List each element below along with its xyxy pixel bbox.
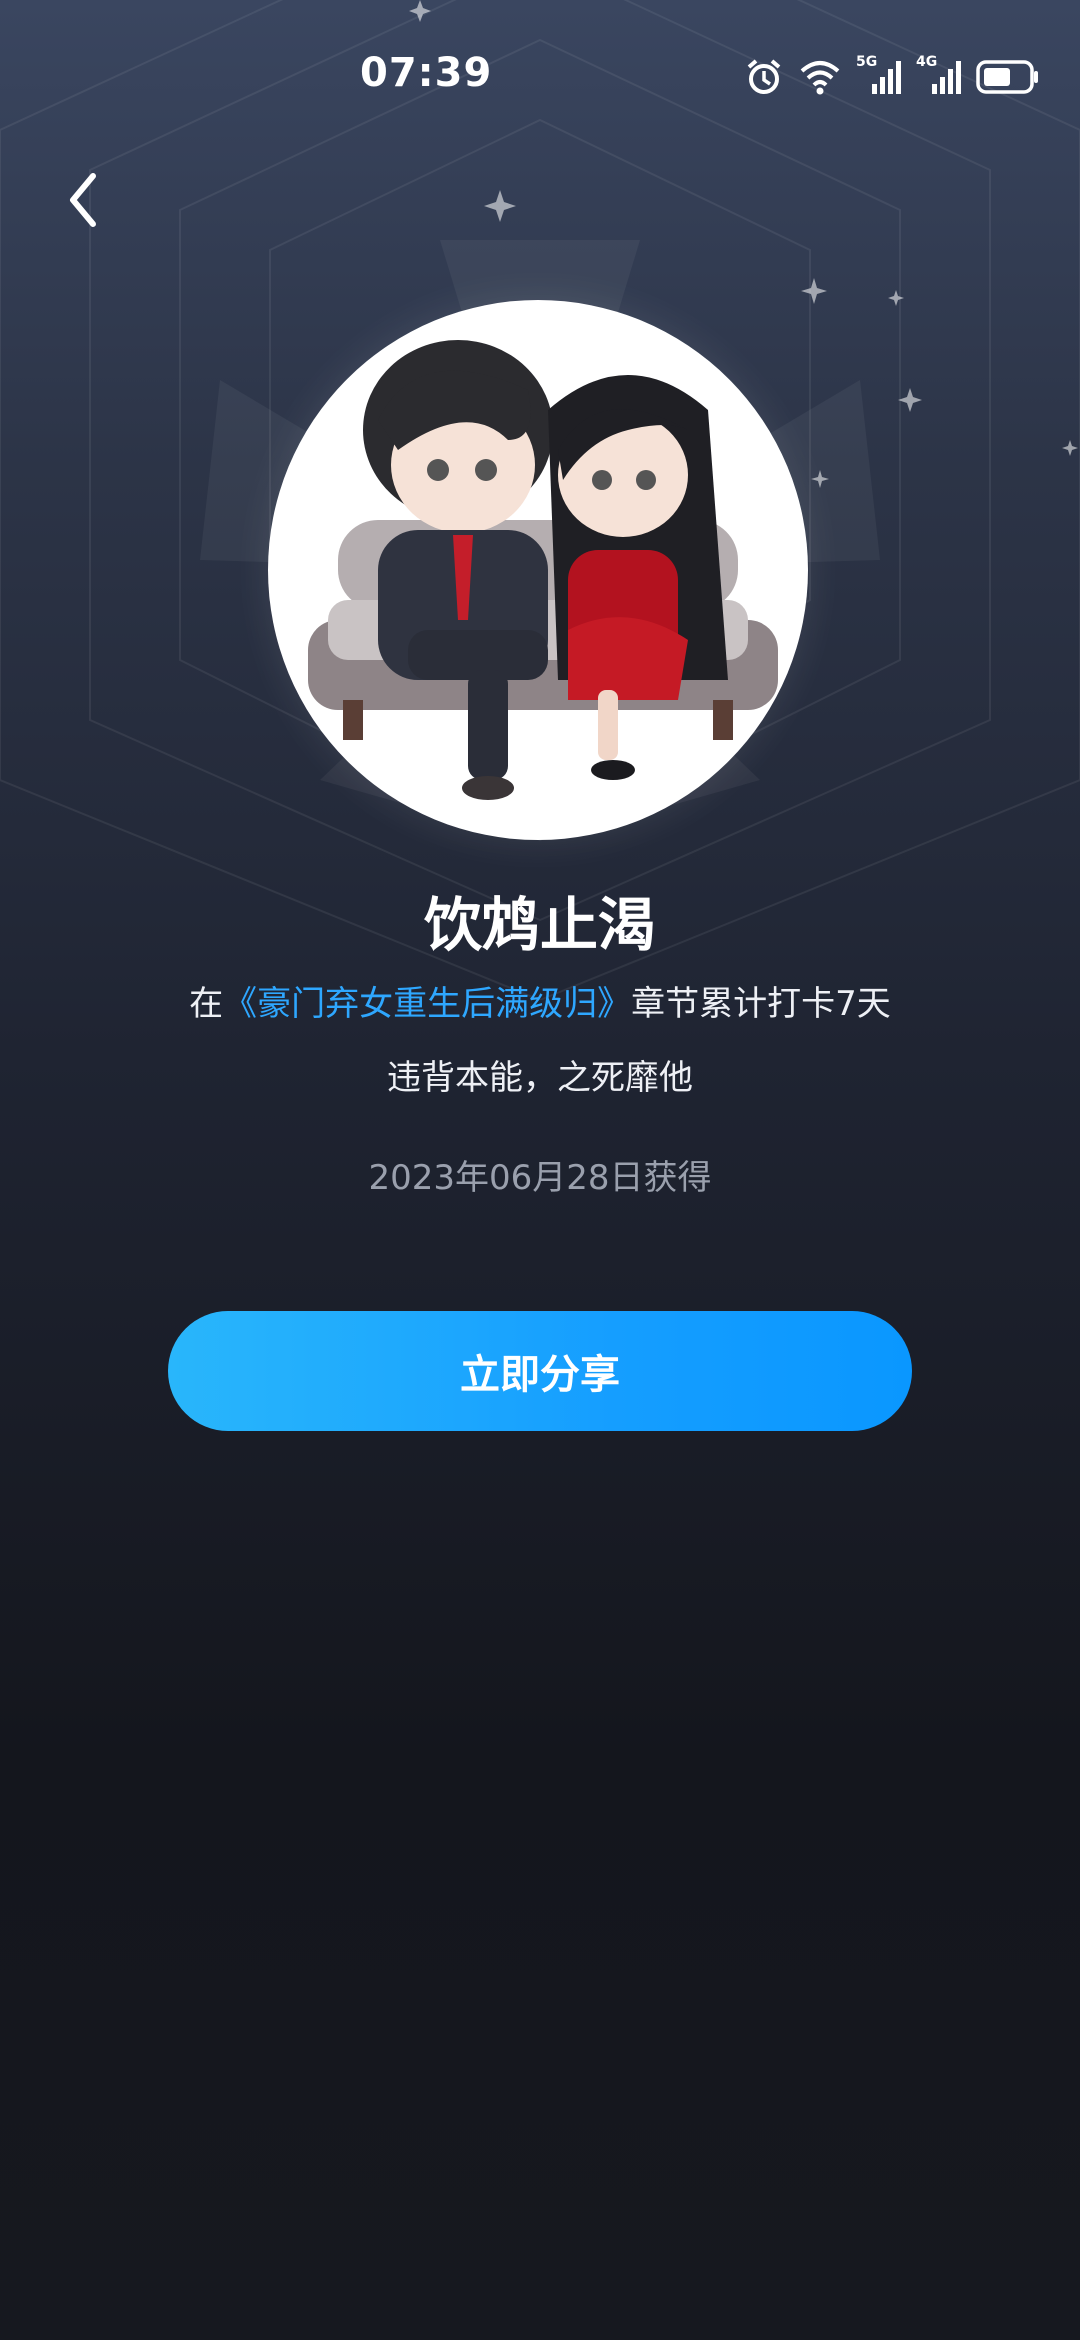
network-type-label: 4G <box>916 54 938 70</box>
status-icons: 5G 4G <box>744 52 1040 102</box>
badge-title: 饮鸩止渴 <box>423 891 656 959</box>
couple-illustration <box>308 340 778 800</box>
status-time: 07:39 <box>360 50 493 96</box>
signal-5g: 5G <box>856 54 902 96</box>
signal-4g: 4G <box>916 54 962 96</box>
badge-description: 在《豪门弃女重生后满级归》章节累计打卡7天 <box>0 976 1080 1025</box>
chevron-left-icon <box>70 173 96 227</box>
battery-icon <box>976 60 1038 94</box>
share-button-label: 立即分享 <box>460 1352 620 1398</box>
status-bar: 07:39 5G 4G <box>0 0 1080 150</box>
obtained-date: 2023年06月28日获得 <box>368 1158 712 1198</box>
book-title-link[interactable]: 《豪门弃女重生后满级归》 <box>223 984 631 1024</box>
share-button[interactable]: 立即分享 <box>168 1311 912 1431</box>
desc-suffix: 章节累计打卡7天 <box>631 984 891 1024</box>
wifi-icon <box>800 61 840 95</box>
back-button[interactable] <box>55 160 115 240</box>
badge-image <box>268 300 808 840</box>
alarm-icon <box>747 59 781 94</box>
badge-subtitle: 违背本能，之死靡他 <box>387 1058 693 1098</box>
desc-prefix: 在 <box>189 984 224 1024</box>
network-type-label: 5G <box>856 54 878 70</box>
